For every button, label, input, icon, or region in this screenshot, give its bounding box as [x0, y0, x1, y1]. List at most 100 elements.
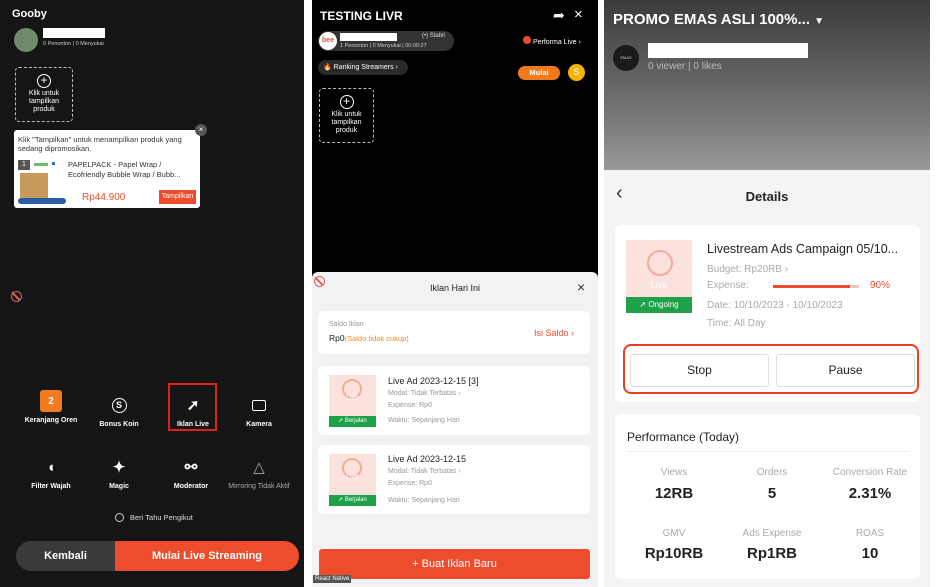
- metric-value: 2.31%: [848, 485, 892, 502]
- show-product-button[interactable]: Tampilkan: [159, 190, 196, 204]
- redacted-name-bar: [648, 43, 808, 58]
- avatar[interactable]: EMAS: [613, 45, 639, 71]
- status-badge: ➚ Berjalan: [329, 495, 376, 506]
- balance-card: Saldo Iklan Rp0(Saldo tidak cukup) Isi S…: [318, 311, 590, 354]
- add-product-line2: tampilkan: [29, 98, 59, 105]
- avatar[interactable]: [14, 28, 38, 52]
- campaign-thumbnail: Live ➚ Ongoing: [626, 240, 692, 313]
- expense-progress-fill: [773, 285, 851, 288]
- stream-title[interactable]: PROMO EMAS ASLI 100%... ▼: [613, 11, 824, 28]
- host-live-setup-panel: Gooby 0 Penonton | 0 Menyukai + Klik unt…: [0, 0, 304, 587]
- toolbar-magic[interactable]: ✦ Magic: [84, 456, 154, 490]
- toolbar-coin-bonus[interactable]: S Bonus Koin: [84, 394, 154, 428]
- balance-value: Rp0(Saldo tidak cukup): [329, 333, 409, 343]
- face-filter-label: Filter Wajah: [31, 483, 71, 490]
- topup-link[interactable]: Isi Saldo ›: [534, 328, 574, 338]
- campaign-title: Livestream Ads Campaign 05/10...: [707, 242, 899, 256]
- notify-followers-checkbox[interactable]: [115, 513, 124, 522]
- viewer-stats: 1 Penonton | 0 Menyukai | 00:00:27: [340, 43, 427, 49]
- create-ad-button[interactable]: + Buat Iklan Baru: [319, 549, 590, 579]
- toolbar-mirroring[interactable]: △ Mirroring Tidak Aktif: [224, 456, 294, 490]
- viewer-stats: 0 Penonton | 0 Menyukai: [43, 41, 104, 47]
- live-title: TESTING LIVR: [320, 9, 403, 23]
- campaign-time: Time: All Day: [707, 318, 766, 329]
- back-button[interactable]: Kembali: [16, 541, 115, 571]
- toolbar-camera[interactable]: Kamera: [224, 394, 294, 428]
- add-product-line1: Klik untuk: [28, 90, 60, 97]
- metric-label: Views: [660, 467, 688, 478]
- react-native-tag: React Native: [313, 575, 352, 583]
- status-badge: ➚ Ongoing: [626, 297, 692, 313]
- metric-value: 12RB: [654, 485, 694, 502]
- chevron-down-icon: ▼: [814, 16, 825, 27]
- add-product-box[interactable]: + Klik untuk tampilkan produk: [319, 88, 374, 143]
- close-sheet-icon[interactable]: ×: [577, 279, 585, 295]
- campaign-card: Live ➚ Ongoing Livestream Ads Campaign 0…: [615, 225, 920, 402]
- metric-label: ROAS: [855, 528, 885, 539]
- live-label: Live: [346, 474, 359, 481]
- balance-label: Saldo Iklan: [329, 321, 364, 328]
- metric-value: Rp10RB: [644, 545, 704, 562]
- ad-title: Live Ad 2023-12-15 [3]: [388, 376, 479, 386]
- orange-cart-label: Keranjang Oren: [24, 417, 78, 424]
- add-product-line3: produk: [33, 106, 55, 113]
- magic-label: Magic: [109, 483, 129, 490]
- expense-percent: 90%: [870, 280, 891, 291]
- product-name-1: PAPELPACK - Papel Wrap /: [68, 160, 162, 169]
- product-thumbnail: [20, 173, 48, 199]
- close-icon[interactable]: ×: [574, 6, 583, 23]
- metric-value: 10: [861, 545, 879, 562]
- ad-modal: Modal: Tidak Terbatas ›: [388, 390, 461, 397]
- toolbar-face-filter[interactable]: ◖ Filter Wajah: [16, 456, 86, 491]
- toolbar-moderator[interactable]: ⚯ Moderator: [156, 456, 226, 490]
- notify-followers-label: Beri Tahu Pengikut: [130, 513, 193, 522]
- camera-label: Kamera: [246, 421, 272, 428]
- coin-icon[interactable]: S: [568, 64, 585, 81]
- ad-thumbnail: Live ➚ Berjalan: [329, 454, 376, 506]
- add-product-line3: produk: [335, 127, 358, 134]
- play-icon: [647, 250, 673, 276]
- toolbar-orange-cart[interactable]: 2 Keranjang Oren: [16, 390, 86, 424]
- add-product-box[interactable]: + Klik untuk tampilkan produk: [15, 67, 73, 122]
- page-title: Details: [745, 189, 789, 204]
- add-product-line2: tampilkan: [331, 119, 362, 126]
- add-product-line1: Klik untuk: [331, 111, 362, 118]
- divider: [627, 451, 910, 452]
- mirror-icon: △: [253, 459, 265, 476]
- performance-link[interactable]: Performa Live ›: [523, 36, 581, 46]
- performance-title: Performance (Today): [627, 430, 740, 444]
- ad-thumbnail: Live ➚ Berjalan: [329, 375, 376, 427]
- mirroring-label: Mirroring Tidak Aktif: [228, 483, 290, 490]
- prohibited-icon: [11, 291, 22, 302]
- viewer-stats: 0 viewer | 0 likes: [648, 61, 722, 72]
- ranking-streamers-link[interactable]: 🔥 Ranking Streamers ›: [318, 60, 408, 75]
- face-filter-icon: ◖: [46, 458, 56, 476]
- ad-card[interactable]: Live ➚ Berjalan Live Ad 2023-12-15 [3] M…: [318, 366, 590, 435]
- share-icon[interactable]: ➦: [553, 7, 565, 24]
- start-button[interactable]: Mulai: [518, 66, 560, 80]
- flag-icon-2: [52, 162, 55, 165]
- stable-indicator: (•) Stabil: [422, 33, 445, 39]
- close-icon[interactable]: ×: [195, 124, 207, 136]
- metric-value: 5: [767, 485, 777, 502]
- avatar[interactable]: bee: [319, 32, 337, 50]
- ad-expense: Expense: Rp0: [388, 480, 432, 487]
- metric-label: Conversion Rate: [832, 467, 908, 478]
- expense-label: Expense:: [707, 280, 749, 291]
- stop-button[interactable]: Stop: [630, 354, 769, 387]
- campaign-date: Date: 10/10/2023 - 10/10/2023: [707, 300, 843, 311]
- product-price: Rp44.900: [82, 192, 126, 203]
- ad-time: Waktu: Sepanjang Hari: [388, 497, 460, 504]
- pause-button[interactable]: Pause: [776, 354, 915, 387]
- plus-icon: +: [339, 95, 354, 109]
- campaign-budget: Budget: Rp20RB ›: [707, 264, 789, 275]
- camera-icon: [248, 394, 270, 416]
- streamer-name: Gooby: [12, 8, 47, 20]
- ad-card[interactable]: Live ➚ Berjalan Live Ad 2023-12-15 Modal…: [318, 445, 590, 514]
- expense-progress-track: [773, 285, 859, 288]
- live-label: Live: [650, 280, 668, 290]
- ad-time: Waktu: Sepanjang Hari: [388, 417, 460, 424]
- sheet-title: Iklan Hari Ini: [429, 283, 481, 293]
- redacted-name-bar: [340, 33, 397, 41]
- start-live-button[interactable]: Mulai Live Streaming: [115, 541, 299, 571]
